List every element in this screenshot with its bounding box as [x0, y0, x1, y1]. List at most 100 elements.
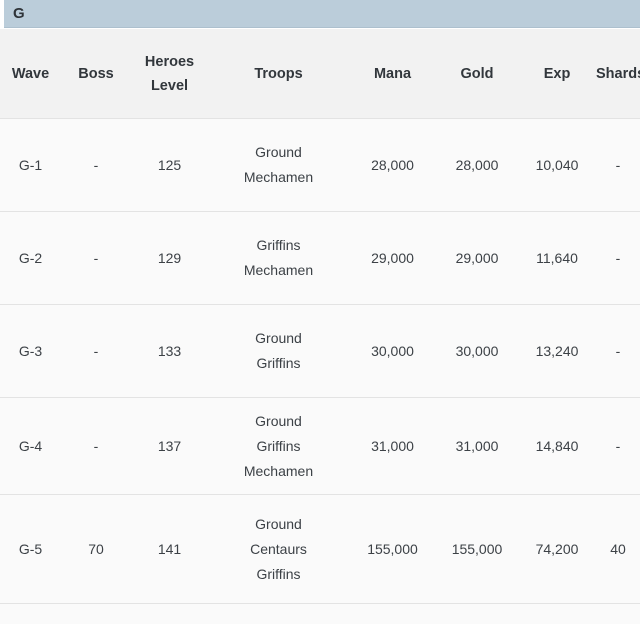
wave-table-page: G Wave Boss Heroes Level Troops Mana Gold Exp Sh…: [0, 0, 640, 624]
column-header-shards[interactable]: Shards: [596, 29, 640, 119]
cell-value-wave: G-3: [18, 342, 43, 359]
troop-item: Mechamen: [243, 462, 314, 479]
cell-value-mana: 28,000: [371, 156, 414, 173]
cell-value-gold: 155,000: [451, 540, 503, 557]
cell-troops: Ground Centaurs Griffins: [208, 494, 349, 604]
cell-shards: 40: [596, 494, 640, 604]
cell-mana: 31,000: [349, 397, 436, 495]
cell-gold: 31,000: [436, 397, 518, 495]
cell-value-mana: 155,000: [367, 540, 418, 557]
column-header-level[interactable]: Heroes Level: [131, 29, 208, 119]
cell-exp: 13,240: [518, 304, 596, 398]
column-header-troops[interactable]: Troops: [208, 29, 349, 119]
cell-troops: Griffins Mechamen: [208, 211, 349, 305]
cell-gold: 29,000: [436, 211, 518, 305]
column-header-label: Wave: [11, 65, 50, 82]
column-header-mana[interactable]: Mana: [349, 29, 436, 119]
troop-item: Griffins: [256, 565, 301, 582]
table-header: Wave Boss Heroes Level Troops Mana Gold Exp Shar…: [0, 29, 640, 119]
troops-list: Ground Mechamen: [208, 140, 349, 190]
cell-value-level: 129: [157, 249, 182, 266]
column-header-label: Heroes: [144, 53, 195, 70]
cell-value-level: 133: [157, 342, 182, 359]
cell-value-shards: -: [615, 437, 621, 454]
column-header-label: Exp: [543, 65, 571, 82]
cell-value-boss: -: [93, 249, 99, 266]
cell-value-boss: -: [93, 156, 99, 173]
cell-level: 133: [131, 304, 208, 398]
troop-item: Centaurs: [250, 540, 307, 557]
troops-list: Ground Griffins: [208, 326, 349, 376]
cell-value-boss: -: [93, 437, 99, 454]
table-row[interactable]: G-5 70 141 Ground Centaurs Griffins 155,000 155…: [0, 494, 640, 604]
column-header-label: Level: [150, 77, 189, 94]
cell-value-wave: G-1: [18, 156, 43, 173]
cell-boss: -: [61, 118, 131, 212]
cell-value-boss: -: [93, 342, 99, 359]
table-row[interactable]: G-4 - 137 Ground Griffins Mechamen 31,000 31,00…: [0, 397, 640, 495]
cell-wave: G-1: [0, 118, 61, 212]
cell-value-level: 137: [157, 437, 182, 454]
troop-item: Griffins: [256, 237, 301, 253]
cell-shards: -: [596, 304, 640, 398]
cell-boss: -: [61, 397, 131, 495]
cell-exp: 74,200: [518, 494, 596, 604]
cell-exp: 14,840: [518, 397, 596, 495]
cell-value-boss: 70: [88, 540, 104, 557]
troops-list: Ground Centaurs Griffins: [208, 512, 349, 587]
cell-boss: -: [61, 211, 131, 305]
cell-gold: 155,000: [436, 494, 518, 604]
column-header-exp[interactable]: Exp: [518, 29, 596, 119]
cell-value-shards: 40: [610, 540, 626, 557]
cell-exp: 10,040: [518, 118, 596, 212]
cell-exp: 11,640: [518, 211, 596, 305]
wave-table-scroll-area[interactable]: Wave Boss Heroes Level Troops Mana Gold Exp Shar…: [0, 29, 640, 624]
cell-value-gold: 30,000: [455, 342, 499, 359]
cell-value-gold: 29,000: [455, 249, 499, 266]
cell-shards: -: [596, 397, 640, 495]
section-title: G: [13, 5, 25, 22]
column-header-boss[interactable]: Boss: [61, 29, 131, 119]
column-header-label: Shards: [596, 65, 640, 82]
table-row[interactable]: G-2 - 129 Griffins Mechamen 29,000 29,000 11,64…: [0, 211, 640, 305]
cell-value-exp: 11,640: [536, 249, 578, 266]
cell-value-exp: 74,200: [535, 540, 579, 557]
column-header-gold[interactable]: Gold: [436, 29, 518, 119]
cell-mana: 28,000: [349, 118, 436, 212]
cell-value-exp: 14,840: [535, 437, 579, 454]
cell-level: 125: [131, 118, 208, 212]
cell-value-wave: G-5: [18, 540, 43, 557]
cell-value-level: 141: [157, 540, 182, 557]
cell-value-mana: 31,000: [371, 437, 414, 454]
column-header-wave[interactable]: Wave: [0, 29, 61, 119]
troop-item: Griffins: [256, 355, 301, 371]
troops-list: Griffins Mechamen: [208, 233, 349, 283]
troop-item: Ground: [255, 412, 302, 429]
cell-value-gold: 28,000: [455, 156, 499, 173]
cell-value-wave: G-4: [18, 437, 43, 454]
cell-value-mana: 29,000: [371, 249, 414, 266]
cell-wave: G-2: [0, 211, 61, 305]
column-header-label: Mana: [373, 65, 412, 82]
cell-gold: 30,000: [436, 304, 518, 398]
table-row[interactable]: G-1 - 125 Ground Mechamen 28,000 28,000 10,040 -: [0, 118, 640, 212]
cell-troops: Ground Griffins: [208, 304, 349, 398]
cell-value-level: 125: [157, 156, 182, 173]
column-header-label: Gold: [460, 65, 494, 82]
cell-mana: 30,000: [349, 304, 436, 398]
cell-boss: 70: [61, 494, 131, 604]
cell-level: 137: [131, 397, 208, 495]
troop-item: Griffins: [256, 437, 301, 454]
table-header-row: Wave Boss Heroes Level Troops Mana Gold Exp Shar…: [0, 29, 640, 119]
table-body: G-1 - 125 Ground Mechamen 28,000 28,000 10,040 -…: [0, 118, 640, 604]
troop-item: Ground: [255, 330, 302, 346]
troops-list: Ground Griffins Mechamen: [208, 409, 349, 484]
cell-wave: G-5: [0, 494, 61, 604]
cell-shards: -: [596, 118, 640, 212]
cell-troops: Ground Mechamen: [208, 118, 349, 212]
cell-level: 141: [131, 494, 208, 604]
troop-item: Mechamen: [243, 262, 314, 278]
cell-gold: 28,000: [436, 118, 518, 212]
troop-item: Ground: [255, 144, 302, 160]
table-row[interactable]: G-3 - 133 Ground Griffins 30,000 30,000 13,240 -: [0, 304, 640, 398]
